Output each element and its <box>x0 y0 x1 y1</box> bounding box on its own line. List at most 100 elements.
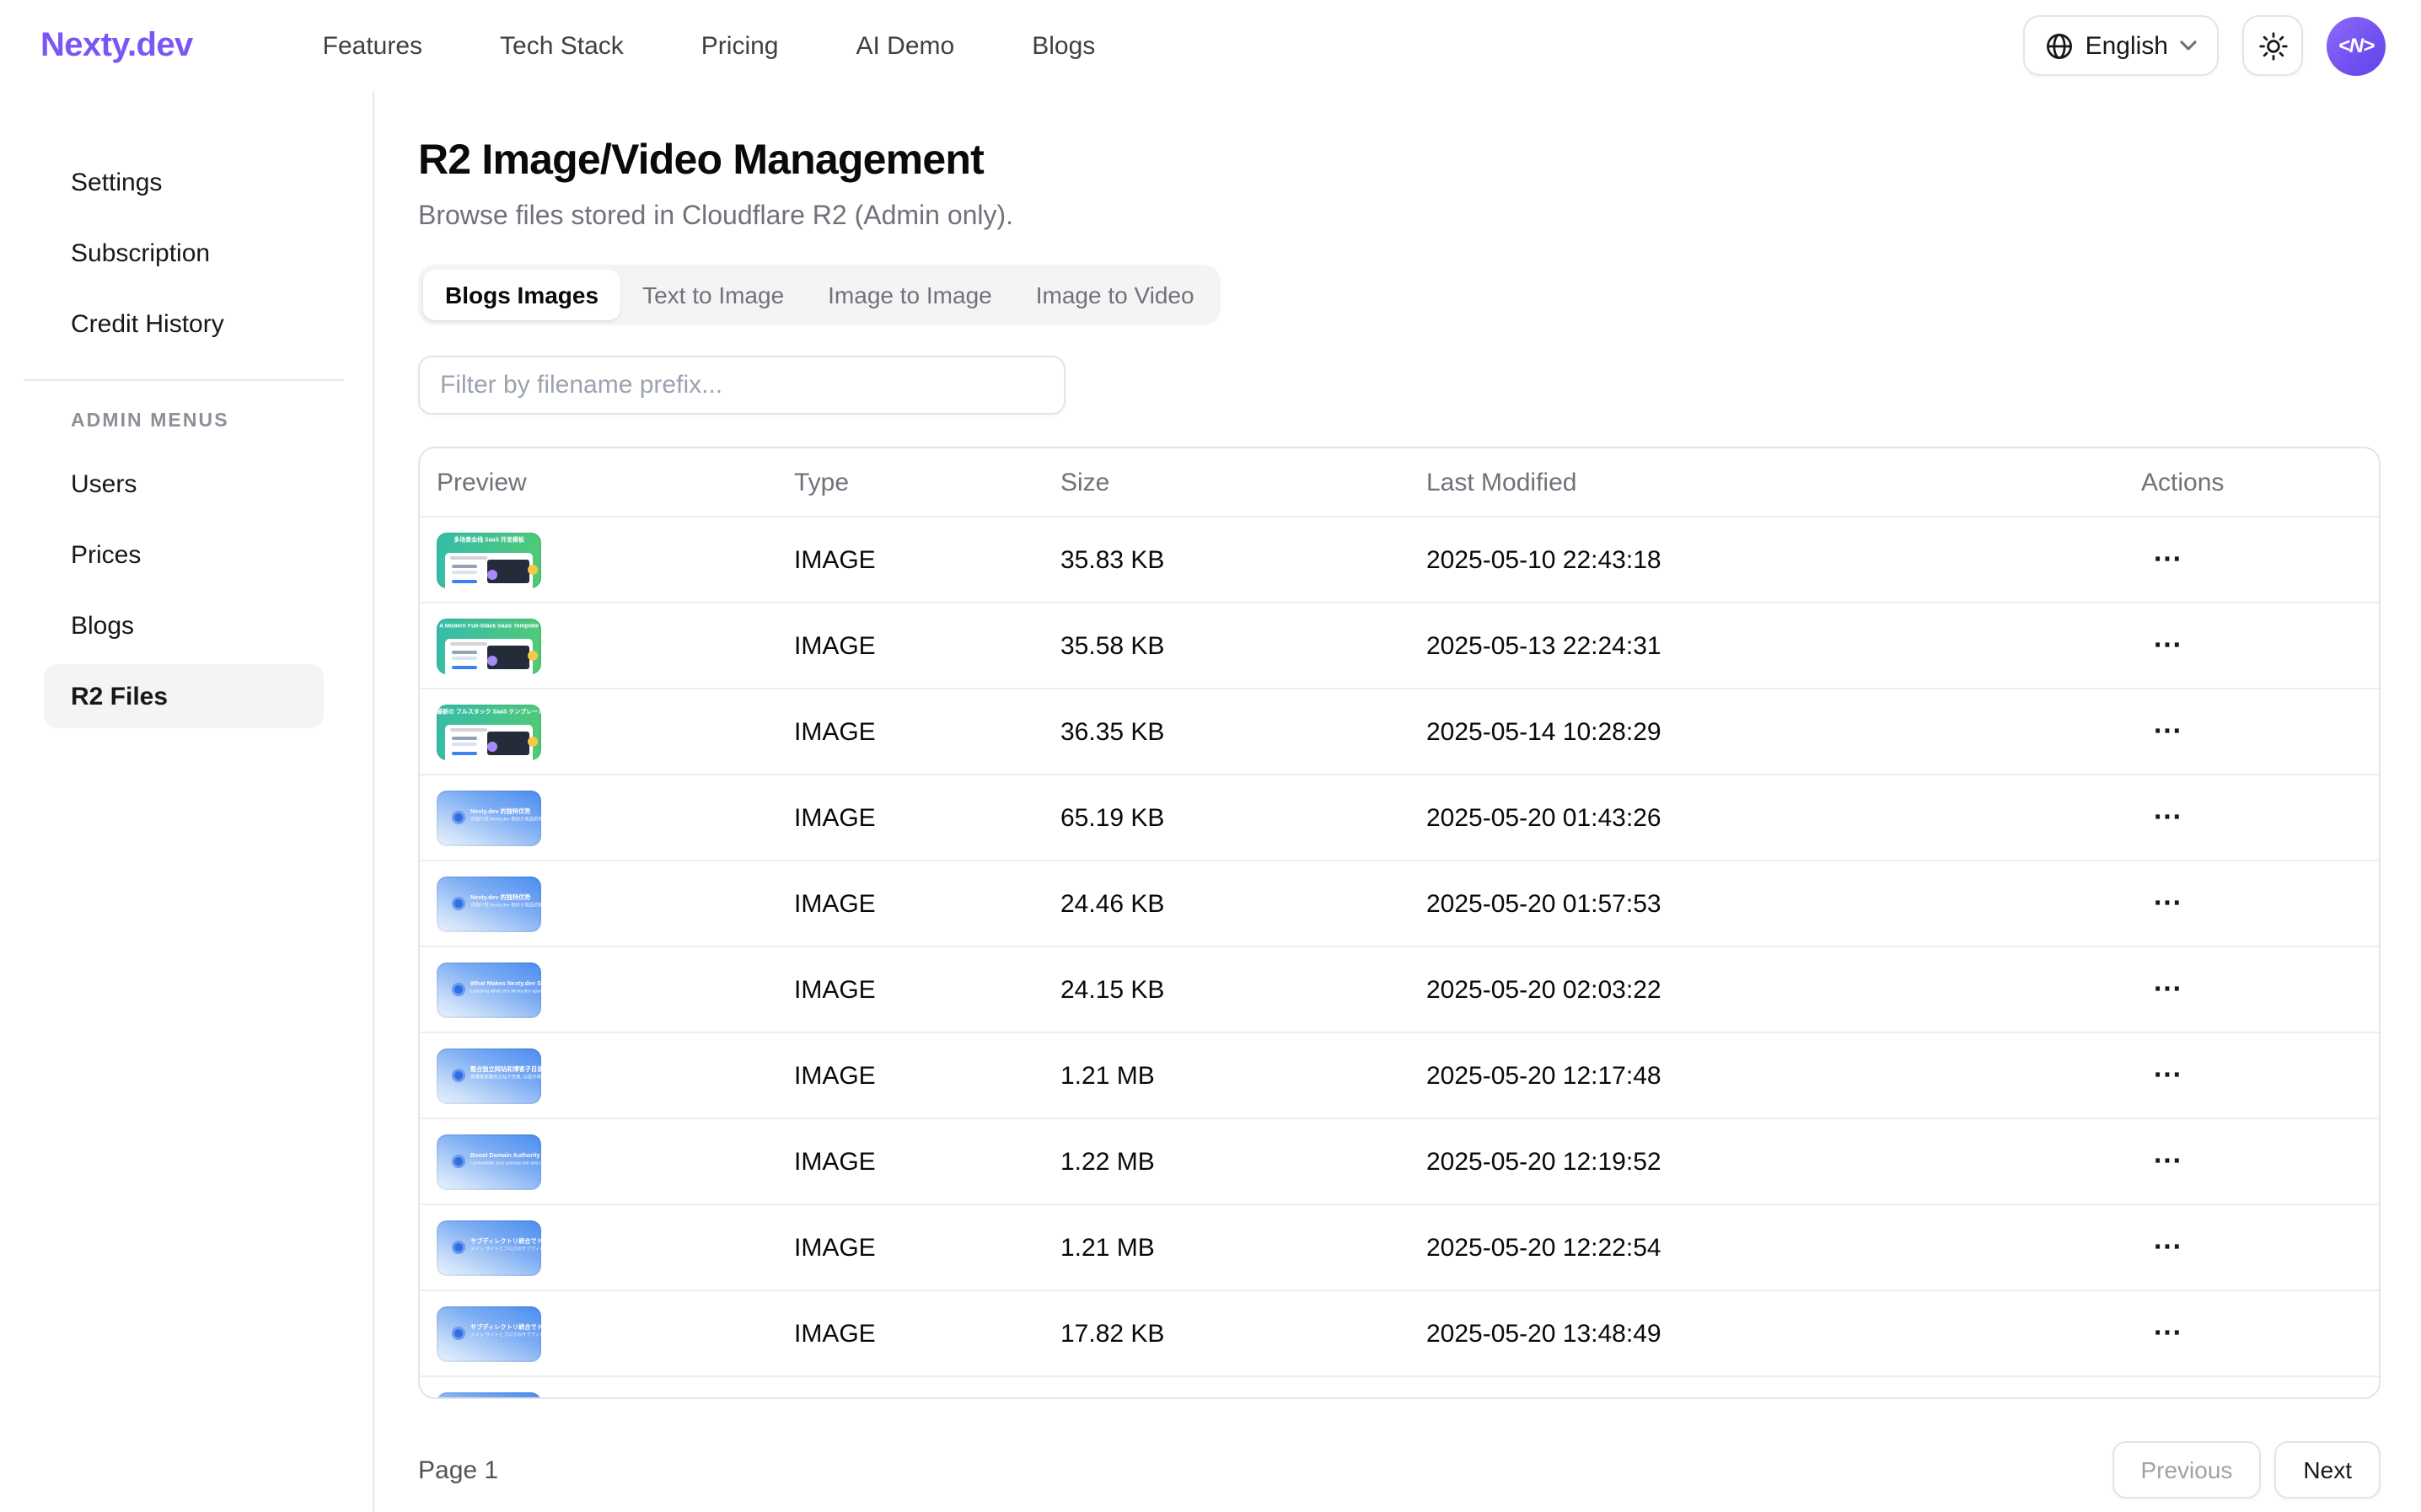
table-header-row: Preview Type Size Last Modified Actions <box>420 448 2379 516</box>
file-preview-thumbnail[interactable]: Nexty.dev 的独特优势 详细介绍 Nexty.dev 相对于竞品的独特优… <box>437 790 541 845</box>
row-actions-menu-button[interactable]: ⋯ <box>2141 1306 2195 1360</box>
app-shell: Settings Subscription Credit History ADM… <box>0 91 2421 1512</box>
row-actions-menu-button[interactable]: ⋯ <box>2141 619 2195 673</box>
thumbnail-logo-badge <box>452 1155 465 1168</box>
file-size-cell: 1.22 MB <box>1044 1147 1409 1176</box>
file-type-cell: IMAGE <box>777 803 1044 832</box>
thumbnail-title-text: 多场景全栈 SaaS 开发模板 <box>437 538 541 544</box>
next-page-button[interactable]: Next <box>2274 1441 2381 1499</box>
brand-logo[interactable]: Nexty.dev <box>40 26 193 65</box>
thumbnail-yellow-dot <box>527 565 537 575</box>
user-avatar[interactable]: <N> <box>2327 16 2386 75</box>
thumbnail-subtitle-text: 详细介绍 Nexty.dev 相对于竞品的独特优势 <box>470 818 541 822</box>
file-type-cell: IMAGE <box>777 1061 1044 1090</box>
file-preview-thumbnail[interactable] <box>437 1391 541 1399</box>
filename-filter-input[interactable] <box>418 356 1066 415</box>
thumbnail-subtitle-text: メイン サイトとブログのサブディレクトリを統合 <box>470 1247 541 1252</box>
file-type-cell: IMAGE <box>777 1147 1044 1176</box>
file-modified-cell: 2025-05-13 22:24:31 <box>1409 631 2124 660</box>
thumbnail-logo-badge <box>452 1069 465 1082</box>
column-header: Preview <box>420 468 777 496</box>
file-preview-thumbnail[interactable]: 最新の フルスタック SaaS テンプレート <box>437 704 541 759</box>
sidebar-item[interactable]: Users <box>44 452 324 516</box>
actions-cell: ⋯ <box>2124 962 2379 1016</box>
theme-toggle-button[interactable] <box>2242 15 2303 76</box>
row-actions-menu-button[interactable]: ⋯ <box>2141 1134 2195 1188</box>
tab[interactable]: Image to Image <box>806 270 1014 320</box>
thumbnail-purple-dot <box>487 570 497 580</box>
sidebar-item[interactable]: Subscription <box>44 221 324 285</box>
sidebar-item[interactable]: Blogs <box>44 593 324 657</box>
sidebar-item[interactable]: Settings <box>44 150 324 214</box>
thumbnail-purple-dot <box>487 742 497 752</box>
file-preview-thumbnail[interactable]: 多场景全栈 SaaS 开发模板 <box>437 532 541 587</box>
previous-page-button[interactable]: Previous <box>2112 1441 2261 1499</box>
row-actions-menu-button[interactable]: ⋯ <box>2141 1392 2195 1399</box>
table-row: 多场景全栈 SaaS 开发模板 <box>420 516 2379 602</box>
file-type-cell: IMAGE <box>777 717 1044 746</box>
top-nav-link[interactable]: Features <box>323 31 422 60</box>
tab[interactable]: Blogs Images <box>423 270 620 320</box>
page-title: R2 Image/Video Management <box>418 135 2382 187</box>
row-actions-menu-button[interactable]: ⋯ <box>2141 791 2195 844</box>
column-header: Last Modified <box>1409 468 2124 496</box>
tab[interactable]: Image to Video <box>1014 270 1216 320</box>
thumbnail-screenshot-panel <box>445 553 533 587</box>
file-size-cell: 65.19 KB <box>1044 803 1409 832</box>
thumbnail-title-text: Nexty.dev 的独特优势 <box>470 894 529 900</box>
actions-cell: ⋯ <box>2124 1048 2379 1102</box>
file-preview-thumbnail[interactable]: A Modern Full-Stack SaaS Template <box>437 618 541 673</box>
row-actions-menu-button[interactable]: ⋯ <box>2141 1048 2195 1102</box>
thumbnail-yellow-dot <box>527 651 537 661</box>
actions-cell: ⋯ <box>2124 619 2379 673</box>
file-modified-cell: 2025-05-20 01:43:26 <box>1409 803 2124 832</box>
tabs-list: Blogs Images Text to Image Image to Imag… <box>418 265 1221 325</box>
actions-cell: ⋯ <box>2124 791 2379 844</box>
table-row: サブディレクトリ統合でドメイン権威性を向上 メイン サイトとブログのサブディレク… <box>420 1289 2379 1375</box>
sidebar-item[interactable]: R2 Files <box>44 664 324 728</box>
file-type-cell: IMAGE <box>777 889 1044 918</box>
file-size-cell: 36.35 KB <box>1044 717 1409 746</box>
top-nav-link[interactable]: Pricing <box>701 31 779 60</box>
thumbnail-screenshot-panel <box>445 725 533 759</box>
sidebar-item[interactable]: Credit History <box>44 292 324 356</box>
sidebar-item[interactable]: Prices <box>44 523 324 587</box>
file-preview-thumbnail[interactable]: 整合独立网站和博客子目录, 提升网站权威度 将博客部署到主站子目录, 以提升域名… <box>437 1048 541 1103</box>
sidebar-user-menu: Settings Subscription Credit History <box>44 150 324 356</box>
file-modified-cell: 2025-05-20 02:03:22 <box>1409 975 2124 1004</box>
thumbnail-title-text: サブディレクトリ統合でドメイン権威性を向上 <box>470 1324 541 1330</box>
file-modified-cell: 2025-05-20 12:22:54 <box>1409 1233 2124 1262</box>
thumbnail-title-text: 最新の フルスタック SaaS テンプレート <box>437 710 541 716</box>
pagination-bar: Page 1 Previous Next <box>418 1441 2381 1499</box>
file-preview-thumbnail[interactable]: What Makes Nexty.dev Stand Out Exploring… <box>437 962 541 1017</box>
file-preview-thumbnail[interactable]: Boost Domain Authority with Subdirectory… <box>437 1134 541 1189</box>
files-table: Preview Type Size Last Modified Actions <box>418 447 2381 1399</box>
thumbnail-logo-badge <box>452 811 465 824</box>
language-selector[interactable]: English <box>2023 15 2219 76</box>
top-nav-link[interactable]: Blogs <box>1032 31 1095 60</box>
thumbnail-logo-badge <box>452 1327 465 1340</box>
page-number-label: Page 1 <box>418 1456 498 1484</box>
file-preview-thumbnail[interactable]: Nexty.dev 的独特优势 详细介绍 Nexty.dev 相对于竞品的独特优… <box>437 876 541 931</box>
preview-cell: Boost Domain Authority with Subdirectory… <box>420 1134 777 1189</box>
row-actions-menu-button[interactable]: ⋯ <box>2141 533 2195 587</box>
top-nav-link[interactable]: Tech Stack <box>500 31 624 60</box>
actions-cell: ⋯ <box>2124 705 2379 759</box>
preview-cell: Nexty.dev 的独特优势 详细介绍 Nexty.dev 相对于竞品的独特优… <box>420 790 777 845</box>
file-size-cell: 17.82 KB <box>1044 1319 1409 1348</box>
row-actions-menu-button[interactable]: ⋯ <box>2141 877 2195 930</box>
file-preview-thumbnail[interactable]: サブディレクトリ統合でドメイン権威性を向上 メイン サイトとブログのサブディレク… <box>437 1306 541 1361</box>
file-preview-thumbnail[interactable]: サブディレクトリ統合でドメイン権威性を向上 メイン サイトとブログのサブディレク… <box>437 1220 541 1275</box>
thumbnail-logo-badge <box>452 983 465 996</box>
row-actions-menu-button[interactable]: ⋯ <box>2141 1220 2195 1274</box>
file-type-cell: IMAGE <box>777 631 1044 660</box>
top-nav-link[interactable]: AI Demo <box>856 31 955 60</box>
preview-cell: A Modern Full-Stack SaaS Template <box>420 618 777 673</box>
tab[interactable]: Text to Image <box>620 270 806 320</box>
topbar-actions: English <N> <box>2023 15 2386 76</box>
language-label: English <box>2085 31 2168 60</box>
row-actions-menu-button[interactable]: ⋯ <box>2141 962 2195 1016</box>
pager-buttons: Previous Next <box>2112 1441 2381 1499</box>
row-actions-menu-button[interactable]: ⋯ <box>2141 705 2195 759</box>
top-nav: Features Tech Stack Pricing AI Demo Blog… <box>323 31 1096 60</box>
